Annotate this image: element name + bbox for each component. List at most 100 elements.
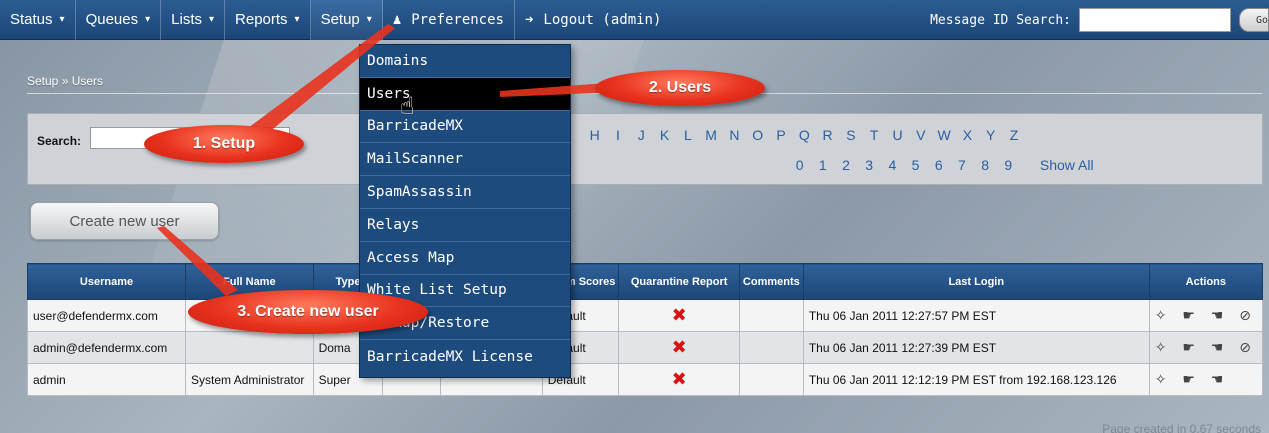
comments-cell [738, 331, 804, 364]
message-id-search-label: Message ID Search: [930, 12, 1071, 28]
digit-filter: 0 1 2 3 4 5 6 7 8 9 Show All [788, 157, 1094, 173]
row-actions[interactable]: ✧ ☛ ☚ ⊘ [1148, 299, 1264, 332]
letter-link[interactable]: L [676, 127, 699, 143]
breadcrumb: Setup » Users [27, 74, 104, 88]
top-nav: Status ▾ Queues ▾ Lists ▾ Reports ▾ Setu… [0, 0, 1269, 40]
digit-link[interactable]: 8 [974, 157, 997, 173]
username-cell: user@defendermx.com [26, 299, 187, 332]
callout-create-user: 3. Create new user [188, 290, 428, 334]
letter-link[interactable]: Q [793, 127, 816, 143]
username-cell: admin [26, 363, 187, 396]
column-header: Actions [1148, 263, 1264, 300]
chevron-down-icon: ▾ [145, 14, 151, 25]
letter-link[interactable]: W [932, 127, 955, 143]
nav-status-label: Status [10, 11, 53, 28]
nav-queues[interactable]: Queues ▾ [76, 0, 162, 40]
chevron-down-icon: ▾ [208, 14, 215, 25]
user-icon: ♟ [392, 11, 402, 28]
message-id-search: Message ID Search: Go [930, 0, 1269, 40]
menu-item-relays[interactable]: Relays [360, 209, 570, 242]
quarantine-report-disabled-icon: ✖ [618, 331, 740, 364]
username-cell: admin@defendermx.com [26, 331, 187, 364]
letter-link[interactable]: U [886, 127, 909, 143]
letter-link[interactable]: N [723, 127, 746, 143]
digit-link[interactable]: 1 [811, 157, 834, 173]
table-header-row: Username Full Name Type Spam Scores Quar… [26, 263, 1264, 300]
nav-preferences[interactable]: ♟ Preferences [383, 0, 515, 40]
nav-setup[interactable]: Setup ▾ [310, 0, 383, 40]
menu-item-barricademx[interactable]: BarricadeMX [360, 111, 570, 144]
digit-link[interactable]: 2 [834, 157, 857, 173]
chevron-down-icon: ▾ [294, 14, 300, 25]
callout-users: 2. Users [595, 70, 765, 106]
fullname-cell: System Administrator [185, 363, 314, 396]
letter-link[interactable]: M [699, 127, 722, 143]
column-header[interactable]: Username [26, 263, 187, 300]
letter-link[interactable]: O [746, 127, 769, 143]
column-header[interactable]: Quarantine Report [618, 263, 740, 300]
chevron-down-icon: ▾ [366, 14, 372, 25]
nav-logout-label: Logout (admin) [543, 11, 662, 28]
go-button[interactable]: Go [1239, 8, 1269, 32]
column-header[interactable]: Last Login [802, 263, 1150, 300]
letter-link[interactable]: I [606, 127, 629, 143]
letter-link[interactable]: T [863, 127, 886, 143]
letter-link[interactable]: P [769, 127, 792, 143]
nav-preferences-label: Preferences [411, 11, 504, 28]
letter-link[interactable]: R [816, 127, 839, 143]
quarantine-report-disabled-icon: ✖ [618, 299, 740, 332]
page-timing-note: Page created in 0.67 seconds [1102, 422, 1261, 433]
menu-item-domains[interactable]: Domains [360, 45, 570, 78]
quarantine-report-disabled-icon: ✖ [618, 363, 740, 396]
digit-link[interactable]: 7 [950, 157, 973, 173]
letter-link[interactable]: Z [1002, 127, 1025, 143]
fullname-cell [185, 331, 314, 364]
nav-queues-label: Queues [85, 11, 139, 28]
digit-link[interactable]: 0 [788, 157, 811, 173]
menu-item-users[interactable]: Users [360, 77, 570, 111]
nav-reports[interactable]: Reports ▾ [225, 0, 311, 40]
nav-lists-label: Lists [171, 11, 202, 28]
menu-item-access-map[interactable]: Access Map [360, 242, 570, 275]
menu-item-barricademx-license[interactable]: BarricadeMX License [360, 340, 570, 373]
arrow-right-icon: ➜ [524, 11, 534, 28]
users-table: Username Full Name Type Spam Scores Quar… [26, 263, 1264, 396]
nav-setup-label: Setup [320, 11, 360, 28]
letter-link[interactable]: Y [979, 127, 1002, 143]
row-actions[interactable]: ✧ ☛ ☚ ⊘ [1148, 331, 1264, 364]
letter-link[interactable]: H [583, 127, 606, 143]
chevron-down-icon: ▾ [59, 14, 65, 25]
letter-link[interactable]: J [630, 127, 653, 143]
letter-link[interactable]: V [909, 127, 932, 143]
callout-setup: 1. Setup [144, 125, 304, 163]
menu-item-spamassassin[interactable]: SpamAssassin [360, 176, 570, 209]
digit-link[interactable]: 6 [927, 157, 950, 173]
last-login-cell: Thu 06 Jan 2011 12:27:57 PM EST [802, 299, 1150, 332]
row-actions[interactable]: ✧ ☛ ☚ [1148, 363, 1264, 396]
digit-link[interactable]: 4 [881, 157, 904, 173]
digit-link[interactable]: 5 [904, 157, 927, 173]
comments-cell [738, 363, 804, 396]
go-button-label: Go [1256, 14, 1269, 26]
show-all-link[interactable]: Show All [1040, 157, 1094, 173]
digit-link[interactable]: 9 [997, 157, 1020, 173]
digit-link[interactable]: 3 [858, 157, 881, 173]
last-login-cell: Thu 06 Jan 2011 12:12:19 PM EST from 192… [802, 363, 1150, 396]
letter-link[interactable]: S [839, 127, 862, 143]
hand-cursor-icon: ☝ [400, 93, 415, 120]
menu-item-mailscanner[interactable]: MailScanner [360, 143, 570, 177]
nav-lists[interactable]: Lists ▾ [161, 0, 226, 40]
letter-link[interactable]: K [653, 127, 676, 143]
nav-status[interactable]: Status ▾ [0, 0, 76, 40]
search-label: Search: [37, 134, 82, 148]
nav-logout[interactable]: ➜ Logout (admin) [515, 0, 671, 40]
message-id-search-input[interactable] [1079, 8, 1231, 32]
comments-cell [738, 299, 804, 332]
last-login-cell: Thu 06 Jan 2011 12:27:39 PM EST [802, 331, 1150, 364]
table-row: admin System Administrator Super Default… [26, 363, 1264, 396]
letter-filter: H I J K L M N O P Q R S T U V W X Y Z [583, 127, 1183, 143]
letter-link[interactable]: X [956, 127, 979, 143]
create-new-user-button[interactable]: Create new user [30, 202, 219, 240]
column-header[interactable]: Comments [738, 263, 804, 300]
table-row: admin@defendermx.com Doma Default ✖ Thu … [26, 331, 1264, 364]
